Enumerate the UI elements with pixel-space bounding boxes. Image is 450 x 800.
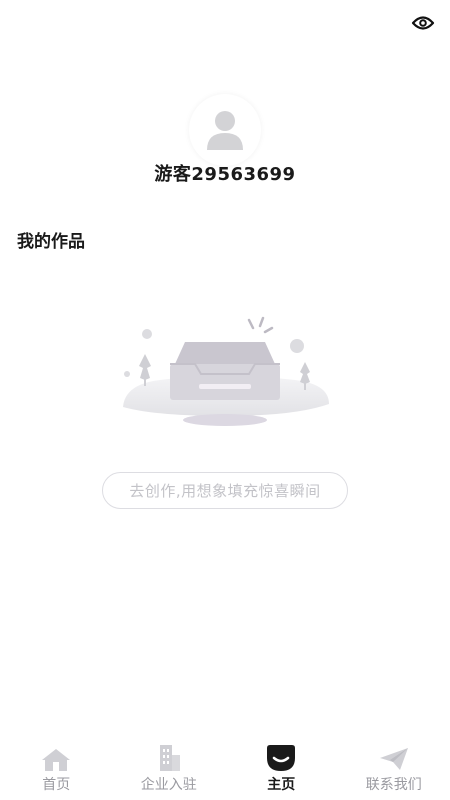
username: 游客29563699 xyxy=(154,164,296,185)
eye-toggle-button[interactable] xyxy=(410,10,436,36)
building-icon xyxy=(159,745,180,771)
tab-profile-label: 主页 xyxy=(267,777,296,793)
tab-contact[interactable]: 联系我们 xyxy=(338,744,450,800)
tab-home-label: 首页 xyxy=(42,777,71,793)
tab-home[interactable]: 首页 xyxy=(0,744,113,800)
bottom-tab-bar: 首页 企业入驻 主页 联系我们 xyxy=(0,744,450,800)
my-works-title: 我的作品 xyxy=(17,232,85,252)
tab-contact-label: 联系我们 xyxy=(365,777,422,793)
tab-enterprise[interactable]: 企业入驻 xyxy=(113,744,226,800)
eye-icon xyxy=(411,16,435,30)
user-avatar-icon xyxy=(207,111,243,150)
paper-plane-icon xyxy=(379,748,408,770)
tab-profile[interactable]: 主页 xyxy=(225,744,338,800)
empty-inbox-icon xyxy=(123,316,329,426)
tab-enterprise-label: 企业入驻 xyxy=(140,777,197,793)
home-icon xyxy=(42,749,71,771)
create-button[interactable]: 去创作,用想象填充惊喜瞬间 xyxy=(102,472,348,509)
profile-home-icon xyxy=(267,745,296,771)
avatar[interactable] xyxy=(189,94,261,166)
